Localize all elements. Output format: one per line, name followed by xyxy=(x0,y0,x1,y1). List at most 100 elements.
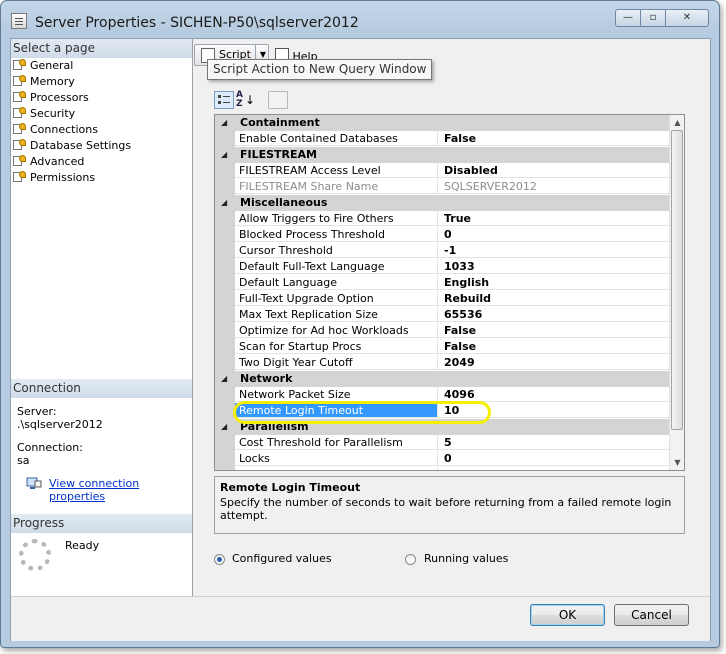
property-value[interactable]: SQLSERVER2012 xyxy=(438,179,669,194)
row-gutter xyxy=(215,403,235,419)
scroll-down-icon[interactable]: ▼ xyxy=(670,455,684,470)
property-row[interactable]: Enable Contained Databases False xyxy=(215,131,669,147)
category-row[interactable]: ◢ Miscellaneous xyxy=(215,195,669,211)
server-value: .\sqlserver2012 xyxy=(17,418,103,431)
category-name: FILESTREAM xyxy=(240,148,317,161)
property-row[interactable]: Allow Triggers to Fire Others True xyxy=(215,211,669,227)
connection-value: sa xyxy=(17,454,30,467)
property-name: Blocked Process Threshold xyxy=(235,227,438,242)
page-item-security[interactable]: Security xyxy=(13,106,75,121)
server-properties-window: Server Properties - SICHEN-P50\sqlserver… xyxy=(0,0,720,648)
row-gutter xyxy=(215,275,235,291)
page-item-label: Permissions xyxy=(30,171,96,184)
property-value[interactable]: True xyxy=(438,211,669,226)
row-gutter xyxy=(215,451,235,467)
collapse-icon[interactable]: ◢ xyxy=(221,147,227,162)
running-values-label[interactable]: Running values xyxy=(424,552,508,565)
property-row[interactable]: Blocked Process Threshold 0 xyxy=(215,227,669,243)
page-icon xyxy=(13,139,27,151)
page-item-memory[interactable]: Memory xyxy=(13,74,75,89)
row-gutter xyxy=(215,211,235,227)
property-value[interactable]: False xyxy=(438,339,669,354)
property-value[interactable]: False xyxy=(438,131,669,146)
property-value[interactable]: English xyxy=(438,275,669,290)
page-item-label: Processors xyxy=(30,91,89,104)
cancel-button[interactable]: Cancel xyxy=(614,604,689,626)
minimize-button[interactable]: — xyxy=(615,9,641,27)
row-gutter xyxy=(215,339,235,355)
property-name: Cursor Threshold xyxy=(235,243,438,258)
property-name: Scan for Startup Procs xyxy=(235,339,438,354)
property-name: FILESTREAM Access Level xyxy=(235,163,438,178)
property-row[interactable]: Scan for Startup Procs False xyxy=(215,339,669,355)
property-row[interactable]: Two Digit Year Cutoff 2049 xyxy=(215,355,669,371)
title-bar[interactable]: Server Properties - SICHEN-P50\sqlserver… xyxy=(1,1,719,35)
page-icon xyxy=(13,123,27,135)
running-values-radio[interactable] xyxy=(405,554,416,565)
property-value[interactable]: 4096 xyxy=(438,387,669,402)
collapse-icon[interactable]: ◢ xyxy=(221,195,227,210)
page-item-label: Security xyxy=(30,107,76,120)
window-title: Server Properties - SICHEN-P50\sqlserver… xyxy=(35,15,359,31)
configured-values-radio[interactable] xyxy=(214,554,225,565)
collapse-icon[interactable]: ◢ xyxy=(221,371,227,386)
row-gutter xyxy=(215,435,235,451)
category-row[interactable]: ◢ FILESTREAM xyxy=(215,147,669,163)
scroll-up-icon[interactable]: ▲ xyxy=(670,115,684,130)
property-value[interactable]: 5 xyxy=(438,435,669,450)
property-value[interactable]: 0 xyxy=(438,451,669,466)
dialog-footer xyxy=(11,596,710,641)
property-row[interactable]: FILESTREAM Access Level Disabled xyxy=(215,163,669,179)
property-row[interactable]: Default Full-Text Language 1033 xyxy=(215,259,669,275)
property-row[interactable]: FILESTREAM Share Name SQLSERVER2012 xyxy=(215,179,669,195)
property-value[interactable]: -1 xyxy=(438,243,669,258)
category-name: Miscellaneous xyxy=(240,196,328,209)
property-pages-icon xyxy=(268,91,288,109)
configured-values-label[interactable]: Configured values xyxy=(232,552,332,565)
property-value[interactable]: 2049 xyxy=(438,355,669,370)
property-name: FILESTREAM Share Name xyxy=(235,179,438,194)
property-value[interactable]: False xyxy=(438,323,669,338)
property-row[interactable]: Locks 0 xyxy=(215,451,669,467)
property-row[interactable]: Cursor Threshold -1 xyxy=(215,243,669,259)
collapse-icon[interactable]: ◢ xyxy=(221,115,227,130)
property-value[interactable]: Rebuild xyxy=(438,291,669,306)
property-value[interactable]: 1033 xyxy=(438,259,669,274)
property-row[interactable]: Cost Threshold for Parallelism 5 xyxy=(215,435,669,451)
category-row[interactable]: ◢ Network xyxy=(215,371,669,387)
property-row[interactable]: Max Degree of Parallelism0 xyxy=(215,467,669,470)
row-gutter xyxy=(215,131,235,147)
page-item-permissions[interactable]: Permissions xyxy=(13,170,95,185)
description-panel: Remote Login Timeout Specify the number … xyxy=(214,476,685,534)
scrollbar-thumb[interactable] xyxy=(671,130,683,430)
category-row[interactable]: ◢ Containment xyxy=(215,115,669,131)
progress-spinner-icon xyxy=(19,539,51,571)
row-gutter xyxy=(215,387,235,403)
server-label: Server: xyxy=(17,405,57,418)
page-item-connections[interactable]: Connections xyxy=(13,122,98,137)
property-value[interactable]: Disabled xyxy=(438,163,669,178)
row-gutter xyxy=(215,467,235,470)
page-item-database-settings[interactable]: Database Settings xyxy=(13,138,131,153)
categorized-view-icon[interactable] xyxy=(214,91,234,109)
property-name: Locks xyxy=(235,451,438,466)
property-value[interactable]: 0 xyxy=(438,227,669,242)
page-item-general[interactable]: General xyxy=(13,58,73,73)
tooltip: Script Action to New Query Window xyxy=(207,59,433,80)
property-value[interactable]: 0 xyxy=(438,467,669,470)
property-row[interactable]: Full-Text Upgrade Option Rebuild xyxy=(215,291,669,307)
property-row[interactable]: Max Text Replication Size 65536 xyxy=(215,307,669,323)
vertical-scrollbar[interactable]: ▲ ▼ xyxy=(669,115,684,470)
property-value[interactable]: 65536 xyxy=(438,307,669,322)
collapse-icon[interactable]: ◢ xyxy=(221,419,227,434)
sort-arrow-icon: ↓ xyxy=(245,93,256,107)
ok-button[interactable]: OK xyxy=(530,604,605,626)
maximize-button[interactable]: ▫ xyxy=(640,9,666,27)
view-connection-properties-link[interactable]: View connection properties xyxy=(49,477,192,503)
property-row[interactable]: Optimize for Ad hoc Workloads False xyxy=(215,323,669,339)
dialog-client-area: Select a page General Memory Processors Sec… xyxy=(10,38,711,641)
property-row[interactable]: Default Language English xyxy=(215,275,669,291)
close-button[interactable]: ✕ xyxy=(665,9,709,27)
page-item-advanced[interactable]: Advanced xyxy=(13,154,84,169)
page-item-processors[interactable]: Processors xyxy=(13,90,89,105)
